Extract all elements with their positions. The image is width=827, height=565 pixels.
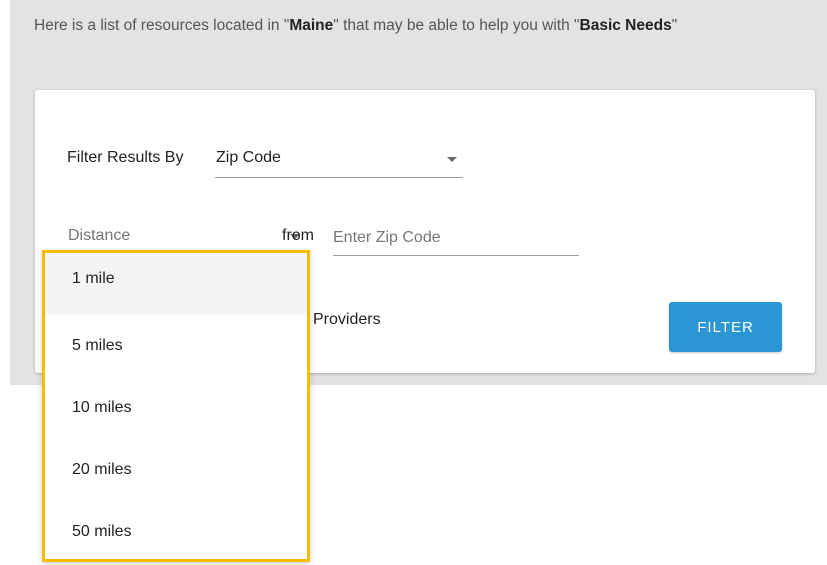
intro-middle: " that may be able to help you with " <box>333 17 580 34</box>
page: Here is a list of resources located in "… <box>0 0 827 565</box>
distance-option-label: 10 miles <box>72 399 132 416</box>
distance-option-5-miles[interactable]: 5 miles <box>45 315 307 377</box>
distance-options-list: 1 mile 5 miles 10 miles 20 miles 50 mile… <box>45 253 307 563</box>
intro-suffix: " <box>671 17 678 34</box>
distance-option-label: 5 miles <box>72 337 123 354</box>
distance-option-10-miles[interactable]: 10 miles <box>45 377 307 439</box>
intro-prefix: Here is a list of resources located in " <box>34 17 290 34</box>
distance-option-label: 20 miles <box>72 461 132 478</box>
zip-code-input[interactable] <box>333 221 579 256</box>
intro-location: Maine <box>289 17 334 34</box>
distance-option-50-miles[interactable]: 50 miles <box>45 501 307 563</box>
distance-dropdown-menu: 1 mile 5 miles 10 miles 20 miles 50 mile… <box>42 250 310 562</box>
caret-down-icon <box>447 157 457 162</box>
providers-label: Providers <box>313 311 381 328</box>
filter-button[interactable]: FILTER <box>669 302 782 352</box>
distance-option-1-mile[interactable]: 1 mile <box>45 253 307 315</box>
results-intro-text: Here is a list of resources located in "… <box>34 12 794 39</box>
from-label: from <box>282 227 314 244</box>
filter-type-value: Zip Code <box>216 149 281 166</box>
intro-category: Basic Needs <box>579 17 672 34</box>
filter-type-select[interactable]: Zip Code <box>215 144 463 178</box>
filter-results-label: Filter Results By <box>67 149 184 166</box>
distance-option-20-miles[interactable]: 20 miles <box>45 439 307 501</box>
distance-placeholder: Distance <box>68 227 131 244</box>
distance-option-label: 1 mile <box>72 270 115 287</box>
distance-option-label: 50 miles <box>72 523 132 540</box>
